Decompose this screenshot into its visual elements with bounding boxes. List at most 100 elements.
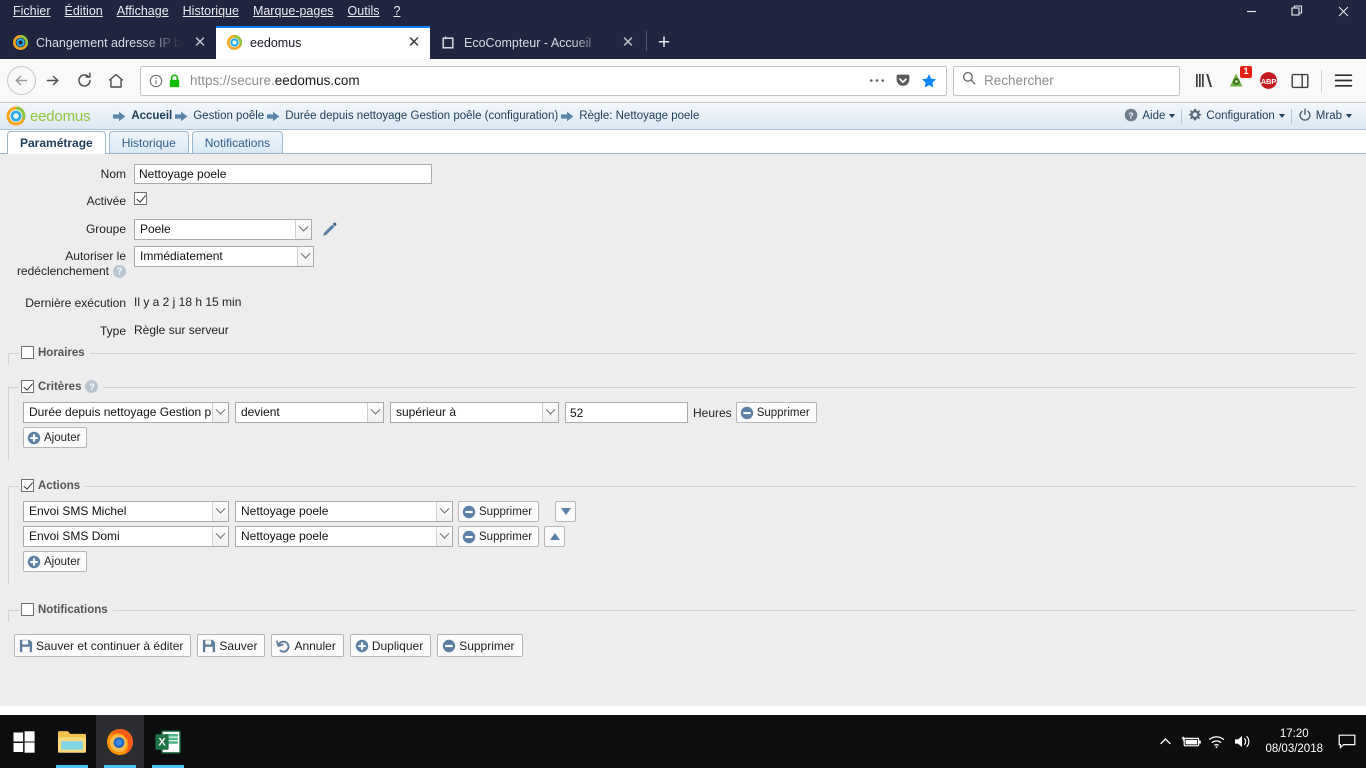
notifications-checkbox[interactable] <box>21 603 34 616</box>
ellipsis-icon[interactable] <box>864 68 890 94</box>
action-move-up-button[interactable] <box>544 526 566 547</box>
help-circle-icon: ? <box>1124 108 1138 125</box>
site-identity[interactable] <box>149 74 186 88</box>
volume-icon[interactable] <box>1230 715 1256 768</box>
star-icon[interactable] <box>916 68 942 94</box>
url-bar[interactable]: https://secure.eedomus.com <box>140 65 947 96</box>
pocket-icon[interactable] <box>890 68 916 94</box>
minimize-icon[interactable] <box>1228 0 1274 22</box>
action-select[interactable]: Envoi SMS Michel <box>23 501 229 522</box>
arrow-right-icon <box>113 111 126 122</box>
close-icon[interactable] <box>1320 0 1366 22</box>
extension-icon[interactable]: 1 <box>1220 65 1252 97</box>
browser-tab-1[interactable]: Changement adresse IP box eed ✕ <box>2 26 216 59</box>
cancel-button[interactable]: Annuler <box>271 634 344 657</box>
help-icon[interactable]: ? <box>85 380 99 393</box>
home-icon[interactable] <box>100 65 132 97</box>
autoriser-select[interactable]: Immédiatement <box>134 246 314 267</box>
battery-icon[interactable] <box>1178 715 1204 768</box>
menu-historique[interactable]: Historique <box>176 2 246 20</box>
browser-menu-bar: Fichier Édition Affichage Historique Mar… <box>0 0 1366 22</box>
close-icon[interactable]: ✕ <box>404 33 424 53</box>
wifi-icon[interactable] <box>1204 715 1230 768</box>
criteria-add-button[interactable]: Ajouter <box>23 427 88 448</box>
criteria-source-select[interactable]: Durée depuis nettoyage Gestion p <box>23 402 229 423</box>
tab-historique[interactable]: Historique <box>108 131 189 153</box>
notifications-label: Notifications <box>38 603 108 616</box>
show-hidden-icons-chevron[interactable] <box>1152 715 1178 768</box>
close-icon[interactable]: ✕ <box>618 33 638 53</box>
criteres-checkbox[interactable] <box>21 380 34 393</box>
section-horaires-legend[interactable]: Horaires <box>19 346 90 359</box>
action-move-down-button[interactable] <box>555 501 577 522</box>
save-and-continue-button[interactable]: Sauver et continuer à éditer <box>14 634 192 657</box>
menu-affichage[interactable]: Affichage <box>110 2 176 20</box>
library-icon[interactable] <box>1188 65 1220 97</box>
save-button[interactable]: Sauver <box>197 634 266 657</box>
adblockplus-icon[interactable]: ABP <box>1252 65 1284 97</box>
breadcrumb-item-duree-nettoyage[interactable]: Durée depuis nettoyage Gestion poêle (co… <box>285 110 558 122</box>
criteria-event-select[interactable]: devient <box>235 402 384 423</box>
new-tab-button[interactable]: + <box>649 26 679 59</box>
breadcrumb-item-regle[interactable]: Règle: Nettoyage poele <box>579 110 699 122</box>
section-criteres-legend[interactable]: Critères ? <box>19 380 104 393</box>
sidebar-icon[interactable] <box>1284 65 1316 97</box>
menu-marque-pages[interactable]: Marque-pages <box>246 2 341 20</box>
section-notifications-legend[interactable]: Notifications <box>19 603 113 616</box>
menu-fichier[interactable]: Fichier <box>6 2 58 20</box>
criteria-operator-select[interactable]: supérieur à <box>390 402 559 423</box>
hamburger-menu-icon[interactable] <box>1327 65 1359 97</box>
edit-pencil-icon[interactable] <box>321 222 337 238</box>
notification-icon[interactable] <box>1332 715 1362 768</box>
nom-input[interactable] <box>134 164 432 184</box>
tab-notifications[interactable]: Notifications <box>191 131 284 153</box>
criteria-delete-button[interactable]: Supprimer <box>735 402 817 423</box>
restore-icon[interactable] <box>1274 0 1320 22</box>
firefox-window: Fichier Édition Affichage Historique Mar… <box>0 0 1366 715</box>
search-bar[interactable]: Rechercher <box>953 65 1180 96</box>
padlock-icon[interactable] <box>168 74 181 88</box>
breadcrumb-item-gestion-poele[interactable]: Gestion poêle <box>193 110 264 122</box>
back-arrow-icon[interactable] <box>7 66 36 95</box>
breadcrumb-item-accueil[interactable]: Accueil <box>131 110 172 122</box>
menu-edition[interactable]: Édition <box>58 2 110 20</box>
excel-icon[interactable]: X <box>144 715 192 768</box>
forward-arrow-icon[interactable] <box>36 65 68 97</box>
header-menu-aide[interactable]: ? Aide <box>1118 108 1181 125</box>
header-menu-configuration[interactable]: Configuration <box>1182 108 1290 125</box>
action-delete-label: Supprimer <box>479 505 533 518</box>
groupe-select[interactable]: Poele <box>134 219 312 240</box>
delete-button[interactable]: Supprimer <box>437 634 523 657</box>
file-explorer-icon[interactable] <box>48 715 96 768</box>
browser-tab-3[interactable]: EcoCompteur - Accueil ✕ <box>430 26 644 59</box>
browser-tab-2[interactable]: eedomus ✕ <box>216 26 430 59</box>
firefox-icon[interactable] <box>96 715 144 768</box>
action-row: Envoi SMS Domi Nettoyage poele Supprimer <box>23 526 1356 547</box>
activee-checkbox[interactable] <box>134 192 147 205</box>
action-select[interactable]: Envoi SMS Domi <box>23 526 229 547</box>
action-delete-button[interactable]: Supprimer <box>458 501 540 522</box>
windows-start-icon[interactable] <box>0 715 48 768</box>
tab-parametrage[interactable]: Paramétrage <box>7 131 106 154</box>
reload-icon[interactable] <box>68 65 100 97</box>
duplicate-button[interactable]: Dupliquer <box>349 634 432 657</box>
action-target-value: Nettoyage poele <box>241 529 329 543</box>
eedomus-logo[interactable]: eedomus <box>6 106 91 126</box>
info-circle-icon[interactable] <box>149 74 163 88</box>
close-icon[interactable]: ✕ <box>190 33 210 53</box>
taskbar-clock[interactable]: 17:20 08/03/2018 <box>1256 727 1332 757</box>
criteria-value-input[interactable] <box>565 402 688 423</box>
menu-outils[interactable]: Outils <box>341 2 387 20</box>
chevron-down-icon <box>1278 114 1285 118</box>
action-delete-button[interactable]: Supprimer <box>458 526 540 547</box>
page-tabs: Paramétrage Historique Notifications <box>0 130 1366 154</box>
horaires-checkbox[interactable] <box>21 346 34 359</box>
action-add-button[interactable]: Ajouter <box>23 551 88 572</box>
action-target-select[interactable]: Nettoyage poele <box>235 526 453 547</box>
header-menu-user[interactable]: Mrab <box>1292 107 1358 125</box>
section-actions-legend[interactable]: Actions <box>19 479 86 492</box>
menu-aide[interactable]: ? <box>387 2 408 20</box>
help-icon[interactable]: ? <box>113 265 126 279</box>
actions-checkbox[interactable] <box>21 479 34 492</box>
action-target-select[interactable]: Nettoyage poele <box>235 501 453 522</box>
